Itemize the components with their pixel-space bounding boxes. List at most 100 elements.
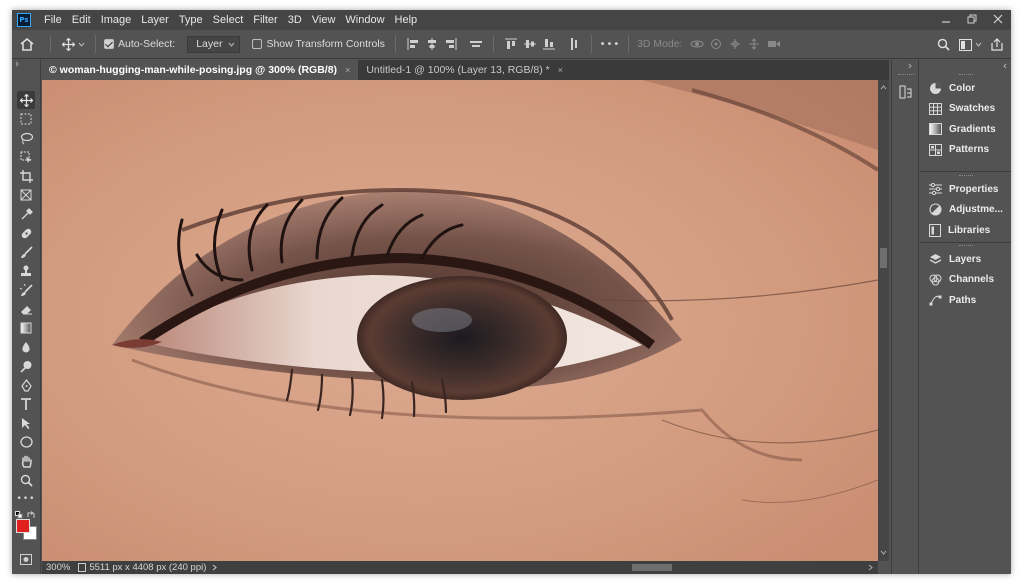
eye-photo xyxy=(42,80,878,561)
home-button[interactable] xyxy=(12,37,42,51)
chevron-right-icon[interactable] xyxy=(212,564,218,571)
align-right-button[interactable] xyxy=(442,35,460,53)
auto-select-check[interactable] xyxy=(104,39,114,49)
object-select-tool[interactable] xyxy=(17,148,35,166)
tab-untitled-1[interactable]: Untitled-1 @ 100% (Layer 13, RGB/8) * × xyxy=(358,60,571,80)
swap-colors-icon[interactable] xyxy=(27,511,36,519)
frame-tool[interactable] xyxy=(17,186,35,204)
menu-help[interactable]: Help xyxy=(390,10,423,30)
tab-label: © woman-hugging-man-while-posing.jpg @ 3… xyxy=(49,64,338,76)
path-select-tool[interactable] xyxy=(17,414,35,432)
more-tools-button[interactable]: ••• xyxy=(17,490,35,508)
eraser-tool[interactable] xyxy=(17,300,35,318)
menu-type[interactable]: Type xyxy=(174,10,208,30)
panel-tab-channels[interactable]: Channels xyxy=(920,270,1011,291)
panel-label: Adjustme... xyxy=(949,204,1003,216)
share-icon[interactable] xyxy=(991,38,1003,51)
pan-3d-icon[interactable] xyxy=(728,38,742,50)
zoom-level[interactable]: 300% xyxy=(46,562,70,573)
clone-stamp-tool[interactable] xyxy=(17,262,35,280)
align-left-button[interactable] xyxy=(404,35,422,53)
align-bottom-button[interactable] xyxy=(540,35,558,53)
auto-select-checkbox[interactable]: Auto-Select: xyxy=(104,38,175,50)
type-tool[interactable] xyxy=(17,395,35,413)
marquee-tool[interactable] xyxy=(17,110,35,128)
document-canvas[interactable] xyxy=(42,80,878,561)
default-colors-icon[interactable] xyxy=(15,511,23,519)
menu-layer[interactable]: Layer xyxy=(136,10,174,30)
more-options-button[interactable]: ••• xyxy=(600,39,620,50)
menu-window[interactable]: Window xyxy=(340,10,389,30)
menu-edit[interactable]: Edit xyxy=(67,10,96,30)
auto-select-target-dropdown[interactable]: Layer xyxy=(187,35,241,53)
panel-grip[interactable] xyxy=(898,74,914,75)
expand-arrows-icon[interactable] xyxy=(999,63,1007,69)
tab-close-icon[interactable]: × xyxy=(345,65,350,75)
search-icon[interactable] xyxy=(937,38,950,51)
eyedropper-tool[interactable] xyxy=(17,205,35,223)
menu-image[interactable]: Image xyxy=(96,10,137,30)
marquee-icon xyxy=(20,113,32,125)
panel-label: Layers xyxy=(949,253,982,265)
show-transform-check[interactable] xyxy=(252,39,263,49)
panel-tab-gradients[interactable]: Gradients xyxy=(920,119,1011,140)
dodge-tool[interactable] xyxy=(17,357,35,375)
shape-tool[interactable] xyxy=(17,433,35,451)
menu-filter[interactable]: Filter xyxy=(248,10,282,30)
crop-tool[interactable] xyxy=(17,167,35,185)
blur-tool[interactable] xyxy=(17,338,35,356)
tab-active-document[interactable]: © woman-hugging-man-while-posing.jpg @ 3… xyxy=(41,60,359,80)
panel-tab-swatches[interactable]: Swatches xyxy=(920,99,1011,120)
move-tool[interactable] xyxy=(17,91,35,109)
align-vcenter-button[interactable] xyxy=(521,35,539,53)
workspace-switcher[interactable] xyxy=(959,38,982,51)
vertical-scroll-thumb[interactable] xyxy=(880,248,887,268)
orbit-3d-icon[interactable] xyxy=(690,38,704,50)
quick-mask-button[interactable] xyxy=(17,550,35,568)
minimize-button[interactable] xyxy=(933,10,959,28)
lasso-tool[interactable] xyxy=(17,129,35,147)
show-transform-checkbox[interactable]: Show Transform Controls xyxy=(252,38,385,50)
move-tool-preset-button[interactable] xyxy=(59,37,87,51)
panel-tab-libraries[interactable]: Libraries xyxy=(920,220,1011,241)
distribute-vertical-button[interactable] xyxy=(565,35,583,53)
restore-button[interactable] xyxy=(959,10,985,28)
panel-tab-layers[interactable]: Layers xyxy=(920,249,1011,270)
history-panel-icon[interactable] xyxy=(899,85,912,99)
scroll-right-icon xyxy=(868,564,873,571)
vertical-scrollbar[interactable] xyxy=(878,80,889,561)
scale-3d-icon[interactable] xyxy=(766,38,782,50)
distribute-button[interactable] xyxy=(467,35,485,53)
collapse-arrows-icon[interactable] xyxy=(908,63,916,69)
horizontal-scroll-thumb[interactable] xyxy=(632,564,672,571)
panel-tab-patterns[interactable]: Patterns xyxy=(920,140,1011,161)
close-window-button[interactable] xyxy=(985,10,1011,28)
history-brush-tool[interactable] xyxy=(17,281,35,299)
gradient-tool[interactable] xyxy=(17,319,35,337)
slide-3d-icon[interactable] xyxy=(747,38,761,50)
panel-grip[interactable] xyxy=(920,242,1011,249)
pen-tool[interactable] xyxy=(17,376,35,394)
menu-3d[interactable]: 3D xyxy=(283,10,307,30)
align-hcenter-button[interactable] xyxy=(423,35,441,53)
hand-tool[interactable] xyxy=(17,452,35,470)
panel-tab-color[interactable]: Color xyxy=(920,78,1011,99)
panel-tab-paths[interactable]: Paths xyxy=(920,290,1011,311)
zoom-tool[interactable] xyxy=(17,471,35,489)
panel-tab-adjustments[interactable]: Adjustme... xyxy=(920,200,1011,221)
healing-brush-tool[interactable] xyxy=(17,224,35,242)
foreground-color-swatch[interactable] xyxy=(16,519,30,533)
tools-panel: ••• xyxy=(12,59,41,574)
tab-close-icon[interactable]: × xyxy=(558,65,563,75)
roll-3d-icon[interactable] xyxy=(709,38,723,50)
align-top-button[interactable] xyxy=(502,35,520,53)
menu-view[interactable]: View xyxy=(307,10,341,30)
menu-file[interactable]: File xyxy=(39,10,67,30)
panel-grip[interactable] xyxy=(920,71,1011,78)
panel-tab-properties[interactable]: Properties xyxy=(920,179,1011,200)
brush-tool[interactable] xyxy=(17,243,35,261)
menu-select[interactable]: Select xyxy=(208,10,249,30)
gradients-icon xyxy=(929,123,942,136)
panel-grip[interactable] xyxy=(920,172,1011,179)
collapse-arrows-icon[interactable] xyxy=(15,61,23,67)
